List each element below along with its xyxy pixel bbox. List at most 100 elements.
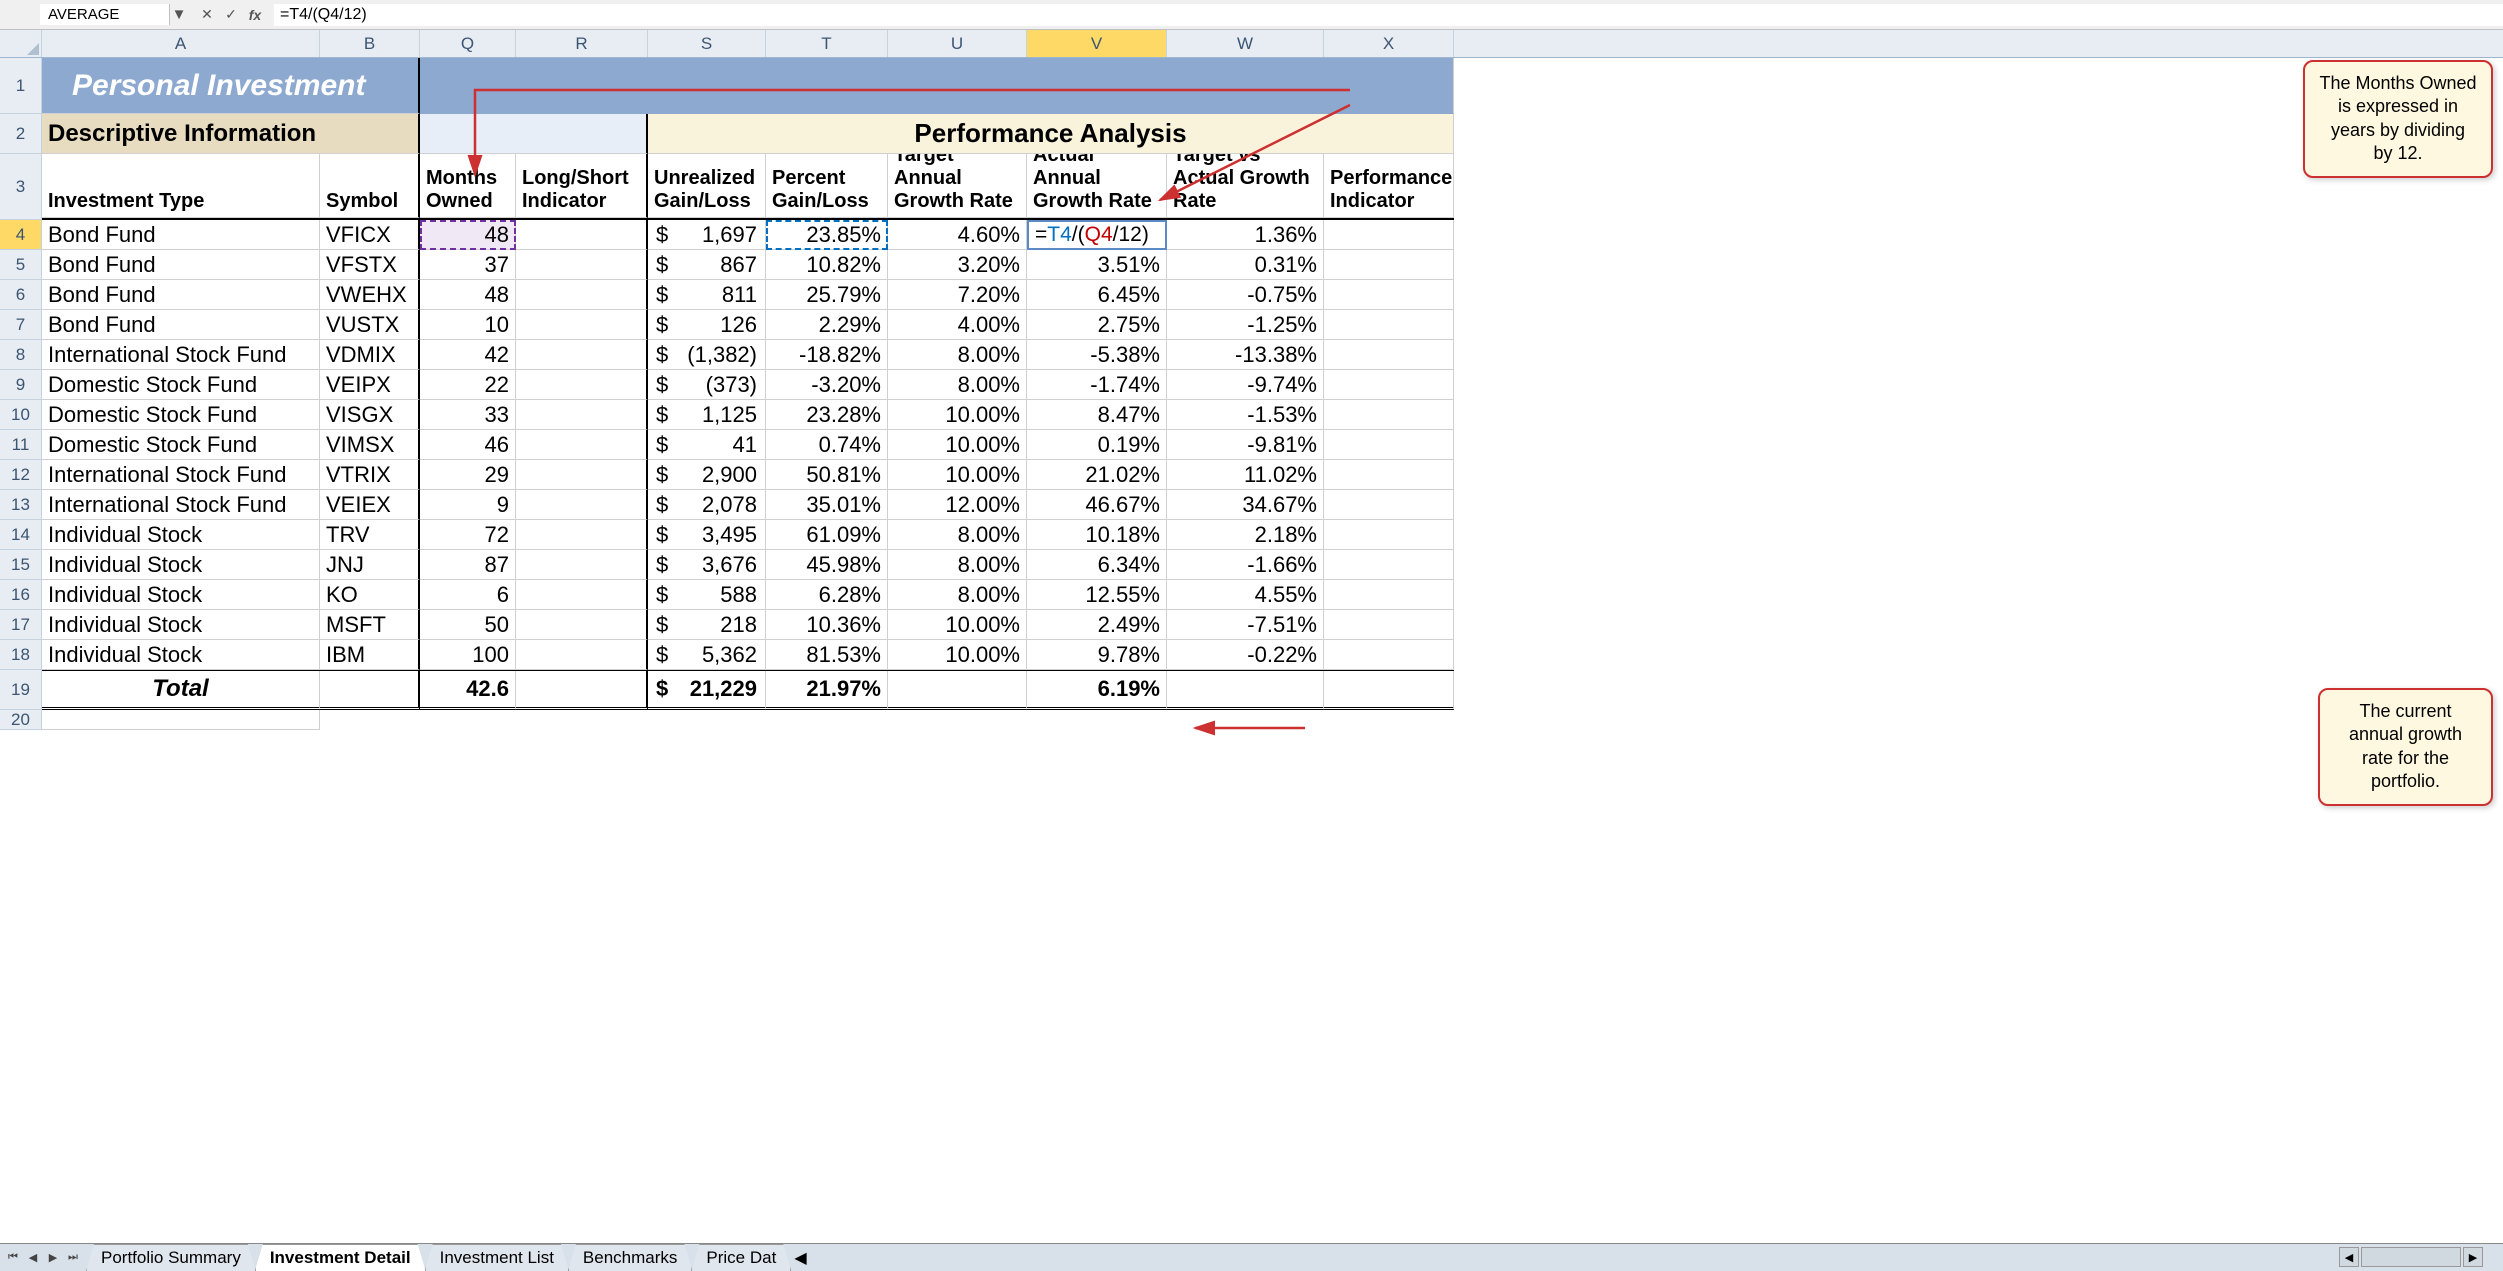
cell-gain[interactable]: $2,900 xyxy=(648,460,766,490)
cell-percent[interactable]: 45.98% xyxy=(766,550,888,580)
name-box-dropdown[interactable]: ▼ xyxy=(170,6,188,23)
cell-percent[interactable]: 6.28% xyxy=(766,580,888,610)
cell[interactable] xyxy=(1324,340,1454,370)
cell[interactable] xyxy=(516,610,648,640)
cell-percent[interactable]: 25.79% xyxy=(766,280,888,310)
cell-months[interactable]: 100 xyxy=(420,640,516,670)
tab-scroll-indicator[interactable]: ◀ xyxy=(794,1248,806,1268)
cell-months[interactable]: 29 xyxy=(420,460,516,490)
header-percent[interactable]: Percent Gain/Loss xyxy=(766,154,888,218)
cell-target[interactable]: 10.00% xyxy=(888,460,1027,490)
cell[interactable] xyxy=(516,400,648,430)
cell-target[interactable]: 10.00% xyxy=(888,640,1027,670)
cell-target[interactable]: 4.60% xyxy=(888,220,1027,250)
cell-diff[interactable]: -0.22% xyxy=(1167,640,1324,670)
cancel-icon[interactable]: ✕ xyxy=(198,6,216,24)
select-all-button[interactable] xyxy=(0,30,42,57)
cell[interactable] xyxy=(1324,671,1454,710)
row-header-4[interactable]: 4 xyxy=(0,220,42,250)
row-header-5[interactable]: 5 xyxy=(0,250,42,280)
row-header-15[interactable]: 15 xyxy=(0,550,42,580)
cell-percent[interactable]: 2.29% xyxy=(766,310,888,340)
cell-percent[interactable]: 61.09% xyxy=(766,520,888,550)
cell-actual[interactable]: 46.67% xyxy=(1027,490,1167,520)
cell[interactable] xyxy=(1324,580,1454,610)
cell-actual[interactable]: 3.51% xyxy=(1027,250,1167,280)
cell-diff[interactable]: 2.18% xyxy=(1167,520,1324,550)
title-cell[interactable]: Personal Investment xyxy=(42,58,420,114)
header-actual-rate[interactable]: Actual Annual Growth Rate xyxy=(1027,154,1167,218)
cell[interactable] xyxy=(1324,310,1454,340)
cell[interactable] xyxy=(1324,610,1454,640)
cell-months[interactable]: 48 xyxy=(420,220,516,250)
cell-gain[interactable]: $(1,382) xyxy=(648,340,766,370)
cell[interactable] xyxy=(1167,671,1324,710)
cell-target[interactable]: 4.00% xyxy=(888,310,1027,340)
cell-actual[interactable]: 8.47% xyxy=(1027,400,1167,430)
cell-percent[interactable]: 50.81% xyxy=(766,460,888,490)
tab-nav-first[interactable]: ⏮ xyxy=(4,1249,22,1267)
col-header-V[interactable]: V xyxy=(1027,30,1167,57)
header-performance-indicator[interactable]: Performance Indicator xyxy=(1324,154,1454,218)
cell-percent[interactable]: 10.36% xyxy=(766,610,888,640)
cell-target[interactable]: 8.00% xyxy=(888,340,1027,370)
total-label[interactable]: Total xyxy=(42,671,320,710)
cell-actual[interactable]: 10.18% xyxy=(1027,520,1167,550)
row-header-14[interactable]: 14 xyxy=(0,520,42,550)
row-header-20[interactable]: 20 xyxy=(0,710,42,730)
cell[interactable] xyxy=(516,671,648,710)
cell-actual[interactable]: 6.45% xyxy=(1027,280,1167,310)
row-header-12[interactable]: 12 xyxy=(0,460,42,490)
cell-investment-type[interactable]: Bond Fund xyxy=(42,280,320,310)
cell[interactable] xyxy=(1324,550,1454,580)
cell-symbol[interactable]: VEIEX xyxy=(320,490,420,520)
col-header-U[interactable]: U xyxy=(888,30,1027,57)
cell[interactable] xyxy=(1324,220,1454,250)
row-header-8[interactable]: 8 xyxy=(0,340,42,370)
cell-months[interactable]: 87 xyxy=(420,550,516,580)
cell-editing[interactable]: =T4/(Q4/12) xyxy=(1027,220,1167,250)
cell-target[interactable]: 8.00% xyxy=(888,520,1027,550)
cell-symbol[interactable]: VDMIX xyxy=(320,340,420,370)
name-box[interactable]: AVERAGE xyxy=(40,4,170,25)
cell-months[interactable]: 48 xyxy=(420,280,516,310)
cell-investment-type[interactable]: Bond Fund xyxy=(42,220,320,250)
cell-target[interactable]: 10.00% xyxy=(888,400,1027,430)
row-header-11[interactable]: 11 xyxy=(0,430,42,460)
total-percent[interactable]: 21.97% xyxy=(766,671,888,710)
cell-actual[interactable]: -5.38% xyxy=(1027,340,1167,370)
cell-diff[interactable]: -1.66% xyxy=(1167,550,1324,580)
cell-percent[interactable]: 23.85% xyxy=(766,220,888,250)
cell[interactable] xyxy=(1324,400,1454,430)
cell-diff[interactable]: -7.51% xyxy=(1167,610,1324,640)
cell-months[interactable]: 22 xyxy=(420,370,516,400)
cell-investment-type[interactable]: Domestic Stock Fund xyxy=(42,370,320,400)
cell-investment-type[interactable]: International Stock Fund xyxy=(42,490,320,520)
header-target-vs-actual[interactable]: Target vs Actual Growth Rate xyxy=(1167,154,1324,218)
cell-months[interactable]: 72 xyxy=(420,520,516,550)
cell[interactable] xyxy=(1324,640,1454,670)
cell-diff[interactable]: 11.02% xyxy=(1167,460,1324,490)
row-header-3[interactable]: 3 xyxy=(0,154,42,220)
row-header-2[interactable]: 2 xyxy=(0,114,42,154)
enter-icon[interactable]: ✓ xyxy=(222,6,240,24)
cell-actual[interactable]: 2.75% xyxy=(1027,310,1167,340)
row-header-13[interactable]: 13 xyxy=(0,490,42,520)
cell-months[interactable]: 10 xyxy=(420,310,516,340)
cell-gain[interactable]: $3,676 xyxy=(648,550,766,580)
cell[interactable] xyxy=(516,490,648,520)
cell-percent[interactable]: -3.20% xyxy=(766,370,888,400)
tab-nav-next[interactable]: ▶ xyxy=(44,1249,62,1267)
header-target-rate[interactable]: Target Annual Growth Rate xyxy=(888,154,1027,218)
cell-actual[interactable]: 21.02% xyxy=(1027,460,1167,490)
cell-target[interactable]: 7.20% xyxy=(888,280,1027,310)
cell-diff[interactable]: -9.74% xyxy=(1167,370,1324,400)
cell[interactable] xyxy=(516,340,648,370)
cell-diff[interactable]: 0.31% xyxy=(1167,250,1324,280)
cell-gain[interactable]: $3,495 xyxy=(648,520,766,550)
sheet-tab[interactable]: Price Dat xyxy=(691,1244,791,1271)
total-months[interactable]: 42.6 xyxy=(420,671,516,710)
cell[interactable] xyxy=(516,220,648,250)
row-header-1[interactable]: 1 xyxy=(0,58,42,114)
cell-investment-type[interactable]: Domestic Stock Fund xyxy=(42,400,320,430)
